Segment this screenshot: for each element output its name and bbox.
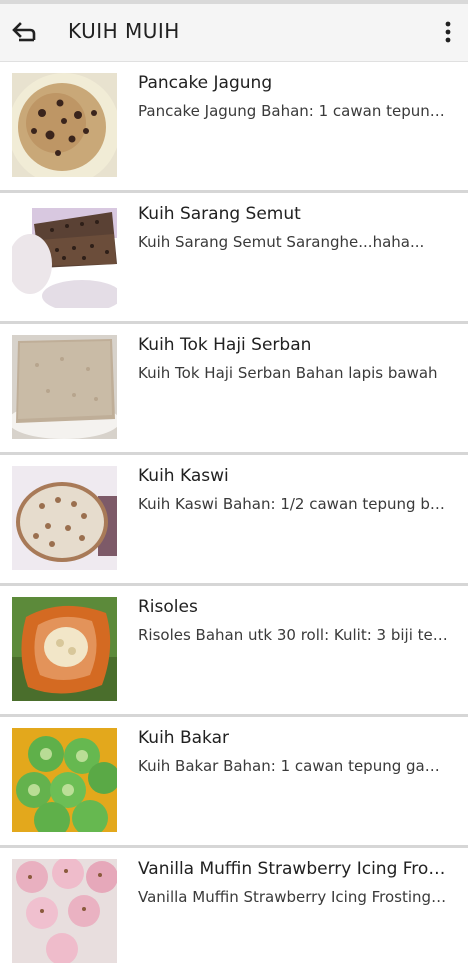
pancake-jagung-thumbnail	[12, 73, 117, 177]
recipe-list-item[interactable]: Pancake Jagung Pancake Jagung Bahan: 1 c…	[0, 62, 468, 193]
recipe-snippet: Pancake Jagung Bahan: 1 cawan tepung jag…	[138, 102, 448, 120]
recipe-snippet: Kuih Tok Haji Serban Bahan lapis bawah	[138, 364, 438, 382]
recipe-title: Risoles	[138, 597, 198, 617]
recipe-title: Kuih Tok Haji Serban	[138, 335, 312, 355]
kuih-sarang-semut-thumbnail	[12, 204, 117, 308]
recipe-snippet: Kuih Kaswi Bahan: 1/2 cawan tepung beras	[138, 495, 448, 513]
risoles-thumbnail	[12, 597, 117, 701]
recipe-list-item[interactable]: Vanilla Muffin Strawberry Icing Frosting…	[0, 848, 468, 976]
overflow-menu-button[interactable]	[432, 16, 464, 48]
recipe-list-item[interactable]: Kuih Sarang Semut Kuih Sarang Semut Sara…	[0, 193, 468, 324]
recipe-title: Kuih Bakar	[138, 728, 230, 748]
back-button[interactable]	[8, 16, 40, 48]
recipe-title: Vanilla Muffin Strawberry Icing Frosting	[138, 859, 448, 879]
recipe-title: Kuih Kaswi	[138, 466, 229, 486]
recipe-snippet: Risoles Bahan utk 30 roll: Kulit: 3 biji…	[138, 626, 448, 644]
kuih-bakar-thumbnail	[12, 728, 117, 832]
recipe-list-item[interactable]: Kuih Kaswi Kuih Kaswi Bahan: 1/2 cawan t…	[0, 455, 468, 586]
vanilla-muffin-thumbnail	[12, 859, 117, 963]
recipe-snippet: Kuih Bakar Bahan: 1 cawan tepung gandum	[138, 757, 448, 775]
app-title: KUIH MUIH	[68, 19, 180, 43]
recipe-list-item[interactable]: Kuih Tok Haji Serban Kuih Tok Haji Serba…	[0, 324, 468, 455]
recipe-snippet: Kuih Sarang Semut Saranghe...haha...	[138, 233, 425, 251]
kuih-kaswi-thumbnail	[12, 466, 117, 570]
recipe-title: Kuih Sarang Semut	[138, 204, 301, 224]
recipe-snippet: Vanilla Muffin Strawberry Icing Frosting…	[138, 888, 448, 906]
kuih-tok-haji-serban-thumbnail	[12, 335, 117, 439]
recipe-title: Pancake Jagung	[138, 73, 273, 93]
recipe-list: Pancake Jagung Pancake Jagung Bahan: 1 c…	[0, 62, 468, 976]
more-vertical-icon	[445, 21, 451, 43]
recipe-list-item[interactable]: Risoles Risoles Bahan utk 30 roll: Kulit…	[0, 586, 468, 717]
recipe-list-item[interactable]: Kuih Bakar Kuih Bakar Bahan: 1 cawan tep…	[0, 717, 468, 848]
app-bar: KUIH MUIH	[0, 4, 468, 62]
back-arrow-icon	[12, 22, 36, 42]
